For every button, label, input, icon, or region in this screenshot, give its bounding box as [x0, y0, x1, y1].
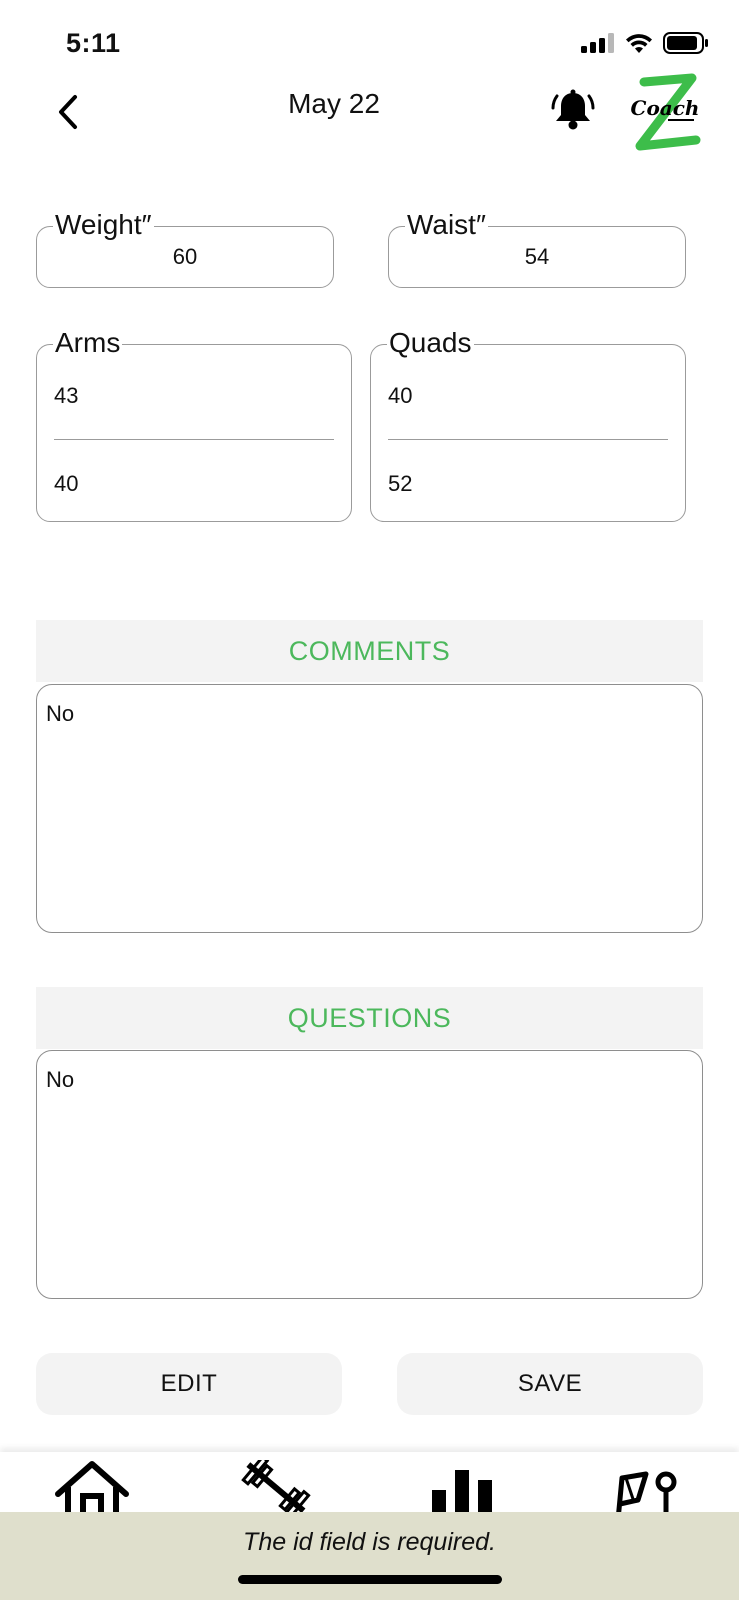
arms-field[interactable]: Arms 43 40 [36, 327, 352, 522]
save-button[interactable]: SAVE [397, 1353, 703, 1415]
quads-divider [388, 439, 668, 440]
tab-progress[interactable] [422, 1460, 502, 1520]
quads-label: Quads [387, 327, 474, 359]
tab-workouts[interactable] [234, 1460, 314, 1520]
dumbbell-icon [241, 1460, 311, 1520]
battery-icon [663, 32, 708, 54]
notifications-button[interactable] [550, 88, 596, 134]
comments-text: No [46, 701, 75, 726]
questions-header: QUESTIONS [36, 987, 703, 1049]
coach-z-logo: Coach [622, 70, 708, 154]
bell-icon [551, 89, 595, 130]
weight-value: 60 [172, 244, 198, 269]
waist-value: 54 [524, 244, 550, 269]
questions-textarea[interactable]: No [36, 1050, 703, 1299]
waist-field[interactable]: Waist″ 54 [388, 209, 686, 288]
home-icon [55, 1461, 129, 1520]
tab-goals[interactable] [604, 1460, 684, 1520]
weight-label: Weight″ [53, 209, 154, 241]
arms-bottom-value[interactable]: 40 [54, 471, 78, 497]
bar-chart-icon [432, 1470, 492, 1520]
bottom-tab-bar [0, 1452, 739, 1520]
quads-field[interactable]: Quads 40 52 [370, 327, 686, 522]
waist-label: Waist″ [405, 209, 488, 241]
error-toast: The id field is required. [0, 1512, 739, 1600]
status-time: 5:11 [66, 28, 121, 58]
home-indicator[interactable] [238, 1575, 502, 1584]
quads-top-value[interactable]: 40 [388, 383, 412, 409]
cellular-signal-icon [581, 33, 614, 53]
wifi-icon [626, 34, 652, 53]
status-icons [581, 32, 709, 54]
comments-header: COMMENTS [36, 620, 703, 682]
toast-message: The id field is required. [243, 1528, 496, 1556]
questions-text: No [46, 1067, 75, 1092]
edit-button[interactable]: EDIT [36, 1353, 342, 1415]
comments-textarea[interactable]: No [36, 684, 703, 933]
tab-home[interactable] [52, 1460, 132, 1520]
svg-text:Coach: Coach [631, 96, 700, 120]
weight-field[interactable]: Weight″ 60 [36, 209, 334, 288]
arms-label: Arms [53, 327, 123, 359]
arms-top-value[interactable]: 43 [54, 383, 78, 409]
goal-flag-icon [615, 1471, 677, 1520]
arms-divider [54, 439, 334, 440]
quads-bottom-value[interactable]: 52 [388, 471, 412, 497]
